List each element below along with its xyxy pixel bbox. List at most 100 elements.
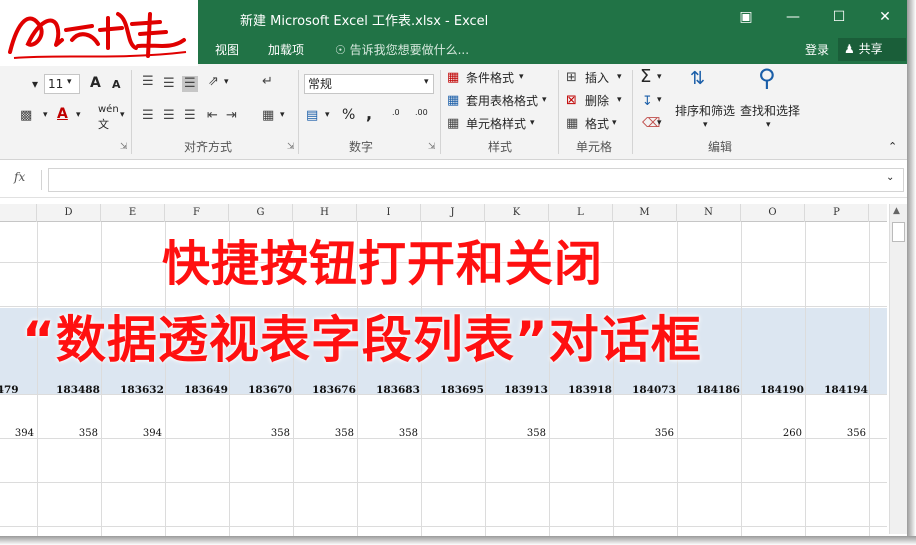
format-as-table-dropdown-icon[interactable]: ▾ — [542, 95, 547, 105]
delete-cells-button[interactable]: 删除 — [585, 92, 609, 109]
cell-header-value[interactable]: 184190 — [750, 384, 814, 396]
decrease-indent-icon[interactable]: ⇤ — [207, 108, 218, 124]
decrease-decimal-button[interactable]: .00 — [415, 108, 428, 117]
percent-style-button[interactable]: % — [342, 107, 355, 123]
conditional-format-dropdown-icon[interactable]: ▾ — [519, 72, 524, 82]
minimize-button[interactable]: — — [782, 8, 804, 26]
close-button[interactable]: ✕ — [874, 8, 896, 26]
grow-font-button[interactable]: A — [90, 75, 101, 91]
font-dialog-launcher-icon[interactable]: ⇲ — [120, 142, 128, 152]
format-cells-button[interactable]: 格式 — [585, 115, 609, 132]
conditional-format-button[interactable]: 条件格式 — [466, 69, 514, 86]
column-header[interactable]: F — [165, 204, 229, 222]
maximize-button[interactable]: ☐ — [828, 8, 850, 26]
cell-value[interactable]: 356 — [613, 428, 674, 439]
column-header[interactable]: I — [357, 204, 421, 222]
clear-dropdown-icon[interactable]: ▾ — [657, 118, 662, 128]
cell-styles-button[interactable]: 单元格样式 — [466, 115, 526, 132]
column-header[interactable]: E — [101, 204, 165, 222]
align-center-icon[interactable]: ☰ — [163, 108, 175, 124]
scrollbar-thumb[interactable] — [892, 222, 905, 242]
cell-value[interactable]: 358 — [229, 428, 290, 439]
column-header[interactable]: J — [421, 204, 485, 222]
column-header[interactable]: L — [549, 204, 613, 222]
align-middle-icon[interactable]: ☰ — [163, 76, 175, 92]
expand-formula-bar-icon[interactable]: ⌄ — [886, 172, 894, 183]
tell-me-search[interactable]: ☉ 告诉我您想要做什么... — [335, 41, 469, 58]
ribbon-display-icon[interactable]: ▣ — [735, 8, 757, 26]
scroll-up-icon[interactable]: ▲ — [893, 206, 900, 216]
find-select-icon[interactable]: ⚲ — [758, 64, 776, 92]
column-header[interactable]: M — [613, 204, 677, 222]
tab-view[interactable]: 视图 — [215, 41, 239, 58]
cell-header-value[interactable]: 184194 — [814, 384, 878, 396]
cell-header-value[interactable]: 183676 — [302, 384, 366, 396]
font-size-box[interactable]: 11 — [44, 74, 80, 94]
find-select-dropdown-icon[interactable]: ▾ — [766, 120, 771, 130]
fill-color-icon[interactable]: ▩ — [20, 108, 32, 124]
font-size-dropdown-icon[interactable]: ▾ — [67, 77, 72, 87]
alignment-dialog-launcher-icon[interactable]: ⇲ — [287, 142, 295, 152]
fill-dropdown-icon[interactable]: ▾ — [657, 95, 662, 105]
font-name-dropdown-arrow[interactable]: ▾ — [32, 77, 38, 91]
column-header[interactable]: D — [37, 204, 101, 222]
font-color-dropdown-icon[interactable]: ▾ — [76, 110, 81, 120]
accounting-dropdown-icon[interactable]: ▾ — [325, 110, 330, 120]
cell-header-value[interactable]: 184073 — [622, 384, 686, 396]
font-color-button[interactable]: A — [57, 106, 68, 122]
merge-center-icon[interactable]: ▦ — [262, 108, 274, 124]
increase-decimal-button[interactable]: .0 — [392, 108, 400, 117]
align-left-icon[interactable]: ☰ — [142, 108, 154, 124]
shrink-font-button[interactable]: A — [112, 78, 121, 91]
insert-cells-button[interactable]: 插入 — [585, 69, 609, 86]
cell-value[interactable]: 394 — [101, 428, 162, 439]
insert-dropdown-icon[interactable]: ▾ — [617, 72, 622, 82]
cell-header-value[interactable]: 183649 — [174, 384, 238, 396]
cell-header-value[interactable]: 183695 — [430, 384, 494, 396]
sort-filter-dropdown-icon[interactable]: ▾ — [703, 120, 708, 130]
cell-header-value[interactable]: 3479 — [0, 384, 36, 396]
column-header[interactable]: N — [677, 204, 741, 222]
orientation-icon[interactable]: ⇗ — [208, 74, 219, 90]
cell-value[interactable]: 358 — [357, 428, 418, 439]
merge-dropdown-icon[interactable]: ▾ — [280, 110, 285, 120]
align-top-icon[interactable]: ☰ — [142, 74, 154, 90]
cell-styles-dropdown-icon[interactable]: ▾ — [530, 118, 535, 128]
cell-header-value[interactable]: 184186 — [686, 384, 750, 396]
vertical-scrollbar[interactable]: ▲ — [889, 204, 907, 534]
cell-header-value[interactable]: 183670 — [238, 384, 302, 396]
align-bottom-icon[interactable]: ☰ — [182, 76, 198, 92]
phonetic-dropdown-icon[interactable]: ▾ — [120, 110, 125, 120]
align-right-icon[interactable]: ☰ — [184, 108, 196, 124]
formula-input[interactable] — [48, 168, 904, 192]
insert-function-button[interactable]: fx — [14, 170, 42, 190]
login-button[interactable]: 登录 — [805, 41, 829, 58]
cell-value[interactable]: 260 — [741, 428, 802, 439]
cell-header-value[interactable]: 183913 — [494, 384, 558, 396]
tab-addins[interactable]: 加载项 — [268, 41, 304, 58]
collapse-ribbon-icon[interactable]: ⌃ — [888, 140, 897, 153]
format-as-table-button[interactable]: 套用表格格式 — [466, 92, 538, 109]
cell-header-value[interactable]: 183683 — [366, 384, 430, 396]
fill-down-icon[interactable]: ↧ — [642, 94, 653, 110]
cell-value[interactable]: 356 — [805, 428, 866, 439]
cell-value[interactable]: 358 — [293, 428, 354, 439]
cell-value[interactable]: 358 — [485, 428, 546, 439]
column-header[interactable]: G — [229, 204, 293, 222]
find-select-button[interactable]: 查找和选择 — [740, 102, 800, 119]
wrap-text-icon[interactable]: ↵ — [262, 74, 273, 90]
column-header[interactable]: H — [293, 204, 357, 222]
sort-filter-button[interactable]: 排序和筛选 — [675, 102, 735, 119]
autosum-dropdown-icon[interactable]: ▾ — [657, 72, 662, 82]
cell-header-value[interactable]: 183488 — [46, 384, 110, 396]
share-button[interactable]: ♟ 共享 — [838, 38, 906, 61]
increase-indent-icon[interactable]: ⇥ — [226, 108, 237, 124]
cell-header-value[interactable]: 183632 — [110, 384, 174, 396]
autosum-icon[interactable]: Σ — [640, 66, 651, 87]
format-dropdown-icon[interactable]: ▾ — [612, 118, 617, 128]
cell-header-value[interactable]: 183918 — [558, 384, 622, 396]
number-format-dropdown[interactable]: 常规 — [304, 74, 434, 94]
number-dialog-launcher-icon[interactable]: ⇲ — [428, 142, 436, 152]
cell-value[interactable]: 394 — [0, 428, 34, 439]
fill-color-dropdown-icon[interactable]: ▾ — [43, 110, 48, 120]
